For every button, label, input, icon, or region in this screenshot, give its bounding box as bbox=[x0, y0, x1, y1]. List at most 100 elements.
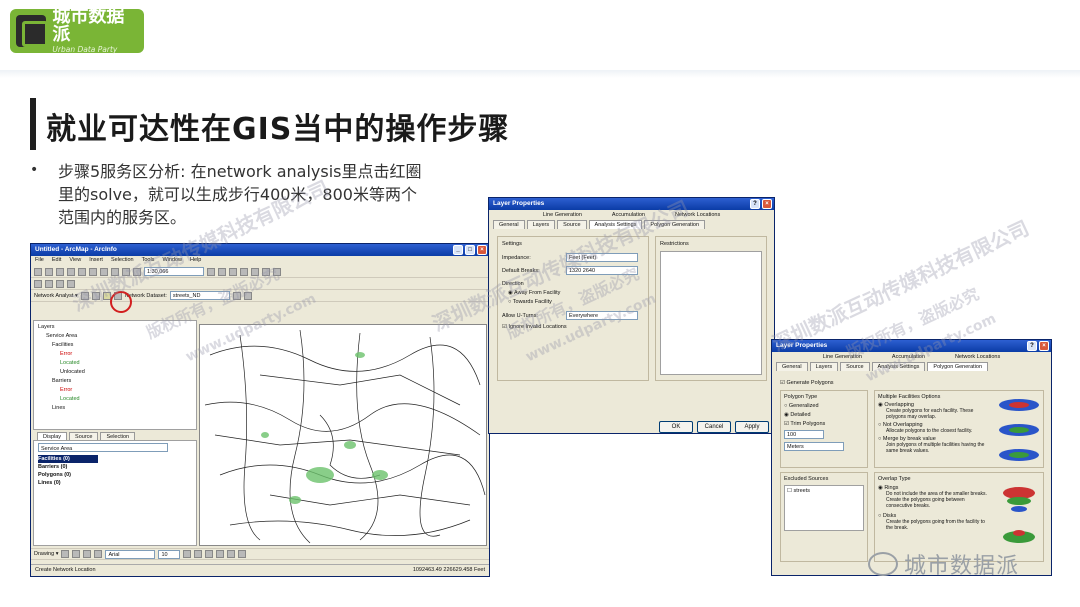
identify-icon[interactable] bbox=[251, 267, 259, 276]
ok-button[interactable]: OK bbox=[659, 421, 693, 433]
font-size-select[interactable]: 10 bbox=[158, 549, 181, 559]
d2-tab-network-locations[interactable]: Network Locations bbox=[955, 354, 1000, 360]
toc-barriers[interactable]: Barriers bbox=[38, 377, 192, 386]
excluded-streets-checkbox[interactable]: ☐ streets bbox=[787, 488, 810, 494]
open-icon[interactable] bbox=[45, 267, 53, 276]
layer-properties-analysis-dialog[interactable]: Layer Properties ? × Line Generation Acc… bbox=[488, 197, 775, 434]
toc-service-area[interactable]: Service Area bbox=[38, 332, 192, 341]
na-item-facilities[interactable]: Facilities (0) bbox=[38, 455, 98, 463]
map-view[interactable] bbox=[199, 324, 487, 546]
menu-edit[interactable]: Edit bbox=[52, 257, 61, 265]
properties-icon[interactable] bbox=[243, 291, 252, 300]
tab-network-locations[interactable]: Network Locations bbox=[675, 212, 720, 218]
toc-facilities[interactable]: Facilities bbox=[38, 341, 192, 350]
tab-polygon-generation[interactable]: Polygon Generation bbox=[644, 220, 706, 229]
menu-tools[interactable]: Tools bbox=[142, 257, 155, 265]
menu-file[interactable]: File bbox=[35, 257, 44, 265]
d2-tab-analysis-settings[interactable]: Analysis Settings bbox=[871, 362, 926, 371]
na-item-barriers[interactable]: Barriers (0) bbox=[38, 463, 192, 471]
tab-accumulation[interactable]: Accumulation bbox=[612, 212, 645, 218]
dialog1-help-button[interactable]: ? bbox=[750, 199, 760, 209]
zoom-in-icon[interactable] bbox=[207, 267, 215, 276]
na-item-polygons[interactable]: Polygons (0) bbox=[38, 471, 192, 479]
menu-selection[interactable]: Selection bbox=[111, 257, 134, 265]
menu-window[interactable]: Window bbox=[162, 257, 182, 265]
rectangle-icon[interactable] bbox=[83, 550, 92, 558]
redo-icon[interactable] bbox=[133, 267, 141, 276]
trim-polygons-checkbox[interactable]: ☑ Trim Polygons bbox=[784, 421, 864, 427]
scale-combo[interactable]: 1:30,066 bbox=[144, 267, 204, 276]
menu-view[interactable]: View bbox=[69, 257, 81, 265]
copy-icon[interactable] bbox=[89, 267, 97, 276]
bold-icon[interactable] bbox=[183, 550, 192, 558]
maximize-button[interactable]: □ bbox=[465, 245, 475, 255]
uturns-select[interactable]: Everywhere bbox=[566, 311, 638, 320]
minimize-button[interactable]: _ bbox=[453, 245, 463, 255]
arcmap-window[interactable]: Untitled - ArcMap - ArcInfo _ □ × File E… bbox=[30, 243, 490, 577]
away-radio[interactable]: ◉ Away From Facility bbox=[502, 290, 644, 296]
d2-tab-general[interactable]: General bbox=[776, 362, 808, 371]
undo-icon[interactable] bbox=[122, 267, 130, 276]
sketch-icon[interactable] bbox=[45, 279, 53, 288]
rotate-icon[interactable] bbox=[72, 550, 81, 558]
menu-help[interactable]: Help bbox=[190, 257, 201, 265]
tab-line-generation[interactable]: Line Generation bbox=[543, 212, 582, 218]
trim-unit-select[interactable]: Meters bbox=[784, 442, 844, 451]
zoom-out-icon[interactable] bbox=[218, 267, 226, 276]
d2-tab-accumulation[interactable]: Accumulation bbox=[892, 354, 925, 360]
georef-icon[interactable] bbox=[67, 279, 75, 288]
impedance-select[interactable]: Feet (Feet) bbox=[566, 253, 638, 262]
network-analyst-menu[interactable]: Network Analyst ▾ bbox=[34, 293, 78, 299]
find-icon[interactable] bbox=[262, 267, 270, 276]
font-color-icon[interactable] bbox=[216, 550, 225, 558]
print-icon[interactable] bbox=[67, 267, 75, 276]
d2-tab-layers[interactable]: Layers bbox=[809, 362, 839, 371]
dialog2-titlebar[interactable]: Layer Properties ? × bbox=[772, 340, 1051, 352]
tab-analysis-settings[interactable]: Analysis Settings bbox=[588, 220, 643, 229]
toc-lines[interactable]: Lines bbox=[38, 404, 192, 413]
select-elements-icon[interactable] bbox=[61, 550, 70, 558]
generate-polygons-checkbox[interactable]: ☑ Generate Polygons bbox=[780, 380, 834, 386]
toc-layers[interactable]: Layers bbox=[38, 323, 192, 332]
dialog1-titlebar[interactable]: Layer Properties ? × bbox=[489, 198, 774, 210]
restrictions-list[interactable] bbox=[660, 251, 762, 375]
detailed-radio[interactable]: ◉ Detailed bbox=[784, 412, 864, 418]
menu-insert[interactable]: Insert bbox=[89, 257, 103, 265]
dialog2-help-button[interactable]: ? bbox=[1027, 341, 1037, 351]
trim-distance-input[interactable]: 100 bbox=[784, 430, 824, 439]
tab-general[interactable]: General bbox=[493, 220, 525, 229]
save-icon[interactable] bbox=[56, 267, 64, 276]
tab-source[interactable]: Source bbox=[557, 220, 587, 229]
arcmap-titlebar[interactable]: Untitled - ArcMap - ArcInfo _ □ × bbox=[31, 244, 489, 256]
cut-icon[interactable] bbox=[78, 267, 86, 276]
d2-tab-line-generation[interactable]: Line Generation bbox=[823, 354, 862, 360]
na-item-lines[interactable]: Lines (0) bbox=[38, 479, 192, 487]
d2-tab-source[interactable]: Source bbox=[840, 362, 870, 371]
generalized-radio[interactable]: ○ Generalized bbox=[784, 403, 864, 409]
line-color-icon[interactable] bbox=[238, 550, 247, 558]
layer-properties-polygon-dialog[interactable]: Layer Properties ? × Line Generation Acc… bbox=[771, 339, 1052, 576]
text-icon[interactable] bbox=[94, 550, 103, 558]
fill-color-icon[interactable] bbox=[227, 550, 236, 558]
font-select[interactable]: Arial bbox=[105, 549, 156, 559]
edit-tool-icon[interactable] bbox=[34, 279, 42, 288]
excluded-sources-list[interactable]: ☐ streets bbox=[784, 485, 864, 531]
measure-icon[interactable] bbox=[273, 267, 281, 276]
layout-icon[interactable] bbox=[56, 279, 64, 288]
italic-icon[interactable] bbox=[194, 550, 203, 558]
ignore-invalid-checkbox[interactable]: ☑ Ignore Invalid Locations bbox=[502, 324, 644, 330]
dialog2-close-button[interactable]: × bbox=[1039, 341, 1049, 351]
na-window-icon[interactable] bbox=[80, 291, 89, 300]
drawing-menu[interactable]: Drawing ▾ bbox=[34, 551, 58, 557]
paste-icon[interactable] bbox=[100, 267, 108, 276]
full-extent-icon[interactable] bbox=[240, 267, 248, 276]
delete-icon[interactable] bbox=[111, 267, 119, 276]
d2-tab-polygon-generation[interactable]: Polygon Generation bbox=[927, 362, 989, 371]
default-breaks-input[interactable]: 1320 2640 bbox=[566, 266, 638, 275]
towards-radio[interactable]: ○ Towards Facility bbox=[502, 299, 644, 305]
close-button[interactable]: × bbox=[477, 245, 487, 255]
build-icon[interactable] bbox=[232, 291, 241, 300]
tab-layers[interactable]: Layers bbox=[526, 220, 556, 229]
underline-icon[interactable] bbox=[205, 550, 214, 558]
dialog1-close-button[interactable]: × bbox=[762, 199, 772, 209]
